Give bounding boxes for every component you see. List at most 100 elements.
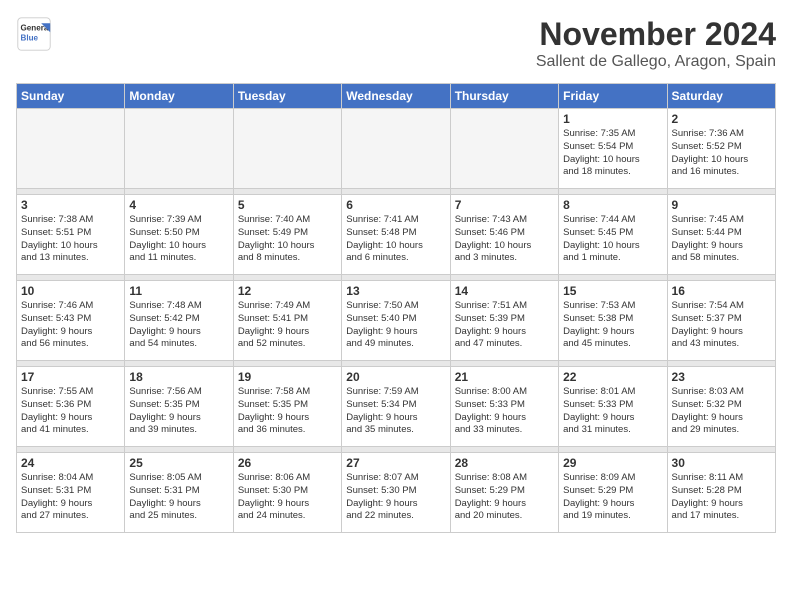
day-number: 19: [238, 370, 337, 384]
day-number: 22: [563, 370, 662, 384]
day-info: Sunrise: 7:40 AM Sunset: 5:49 PM Dayligh…: [238, 214, 337, 265]
day-info: Sunrise: 7:36 AM Sunset: 5:52 PM Dayligh…: [672, 128, 771, 179]
table-row: 29Sunrise: 8:09 AM Sunset: 5:29 PM Dayli…: [559, 453, 667, 533]
day-number: 4: [129, 198, 228, 212]
table-row: 17 Sunrise: 7:55 AM Sunset: 5:36 PM Dayli…: [17, 367, 125, 447]
logo: General Blue: [16, 16, 52, 52]
table-row: 7 Sunrise: 7:43 AM Sunset: 5:46 PM Daylig…: [450, 195, 558, 275]
table-row: 20 Sunrise: 7:59 AM Sunset: 5:34 PM Dayli…: [342, 367, 450, 447]
day-number: 6: [346, 198, 445, 212]
table-row: 9 Sunrise: 7:45 AM Sunset: 5:44 PM Daylig…: [667, 195, 775, 275]
table-row: 23Sunrise: 8:03 AM Sunset: 5:32 PM Dayli…: [667, 367, 775, 447]
header-friday: Friday: [559, 84, 667, 109]
day-number: 27: [346, 456, 445, 470]
day-number: 28: [455, 456, 554, 470]
day-number: 30: [672, 456, 771, 470]
table-row: 8 Sunrise: 7:44 AM Sunset: 5:45 PM Daylig…: [559, 195, 667, 275]
table-row: 11Sunrise: 7:48 AM Sunset: 5:42 PM Dayli…: [125, 281, 233, 361]
day-info: Sunrise: 7:53 AM Sunset: 5:38 PM Dayligh…: [563, 300, 662, 351]
day-number: 21: [455, 370, 554, 384]
table-row: 21 Sunrise: 8:00 AM Sunset: 5:33 PM Dayli…: [450, 367, 558, 447]
calendar-header-row: Sunday Monday Tuesday Wednesday Thursday…: [17, 84, 776, 109]
day-number: 2: [672, 112, 771, 126]
day-number: 20: [346, 370, 445, 384]
table-row: 16 Sunrise: 7:54 AM Sunset: 5:37 PM Dayli…: [667, 281, 775, 361]
day-info: Sunrise: 8:08 AM Sunset: 5:29 PM Dayligh…: [455, 472, 554, 523]
day-info: Sunrise: 7:45 AM Sunset: 5:44 PM Dayligh…: [672, 214, 771, 265]
day-number: 18: [129, 370, 228, 384]
month-title: November 2024: [536, 16, 776, 53]
day-info: Sunrise: 8:01 AM Sunset: 5:33 PM Dayligh…: [563, 386, 662, 437]
table-row: 14Sunrise: 7:51 AM Sunset: 5:39 PM Dayli…: [450, 281, 558, 361]
day-info: Sunrise: 8:04 AM Sunset: 5:31 PM Dayligh…: [21, 472, 120, 523]
day-info: Sunrise: 7:39 AM Sunset: 5:50 PM Dayligh…: [129, 214, 228, 265]
day-number: 14: [455, 284, 554, 298]
calendar-week-row: 24 Sunrise: 8:04 AM Sunset: 5:31 PM Dayli…: [17, 453, 776, 533]
day-info: Sunrise: 7:54 AM Sunset: 5:37 PM Dayligh…: [672, 300, 771, 351]
header-sunday: Sunday: [17, 84, 125, 109]
day-number: 5: [238, 198, 337, 212]
day-info: Sunrise: 7:35 AM Sunset: 5:54 PM Dayligh…: [563, 128, 662, 179]
day-info: Sunrise: 7:38 AM Sunset: 5:51 PM Dayligh…: [21, 214, 120, 265]
calendar-week-row: 1 Sunrise: 7:35 AM Sunset: 5:54 PM Daylig…: [17, 109, 776, 189]
day-info: Sunrise: 7:56 AM Sunset: 5:35 PM Dayligh…: [129, 386, 228, 437]
day-info: Sunrise: 7:55 AM Sunset: 5:36 PM Dayligh…: [21, 386, 120, 437]
table-row: 18 Sunrise: 7:56 AM Sunset: 5:35 PM Dayli…: [125, 367, 233, 447]
day-number: 9: [672, 198, 771, 212]
day-info: Sunrise: 7:44 AM Sunset: 5:45 PM Dayligh…: [563, 214, 662, 265]
day-info: Sunrise: 8:00 AM Sunset: 5:33 PM Dayligh…: [455, 386, 554, 437]
day-number: 17: [21, 370, 120, 384]
table-row: 2 Sunrise: 7:36 AM Sunset: 5:52 PM Daylig…: [667, 109, 775, 189]
table-row: [233, 109, 341, 189]
table-row: 5 Sunrise: 7:40 AM Sunset: 5:49 PM Daylig…: [233, 195, 341, 275]
header-monday: Monday: [125, 84, 233, 109]
calendar: Sunday Monday Tuesday Wednesday Thursday…: [16, 83, 776, 533]
day-number: 8: [563, 198, 662, 212]
day-info: Sunrise: 7:50 AM Sunset: 5:40 PM Dayligh…: [346, 300, 445, 351]
logo-icon: General Blue: [16, 16, 52, 52]
table-row: 4 Sunrise: 7:39 AM Sunset: 5:50 PM Daylig…: [125, 195, 233, 275]
location-title: Sallent de Gallego, Aragon, Spain: [536, 53, 776, 71]
header-tuesday: Tuesday: [233, 84, 341, 109]
day-number: 24: [21, 456, 120, 470]
day-number: 3: [21, 198, 120, 212]
calendar-week-row: 17 Sunrise: 7:55 AM Sunset: 5:36 PM Dayli…: [17, 367, 776, 447]
table-row: 6Sunrise: 7:41 AM Sunset: 5:48 PM Daylig…: [342, 195, 450, 275]
day-info: Sunrise: 7:58 AM Sunset: 5:35 PM Dayligh…: [238, 386, 337, 437]
day-number: 13: [346, 284, 445, 298]
day-info: Sunrise: 8:07 AM Sunset: 5:30 PM Dayligh…: [346, 472, 445, 523]
calendar-week-row: 10 Sunrise: 7:46 AM Sunset: 5:43 PM Dayli…: [17, 281, 776, 361]
day-info: Sunrise: 8:09 AM Sunset: 5:29 PM Dayligh…: [563, 472, 662, 523]
table-row: [125, 109, 233, 189]
day-number: 15: [563, 284, 662, 298]
header-thursday: Thursday: [450, 84, 558, 109]
day-info: Sunrise: 7:46 AM Sunset: 5:43 PM Dayligh…: [21, 300, 120, 351]
day-number: 25: [129, 456, 228, 470]
table-row: [342, 109, 450, 189]
day-number: 16: [672, 284, 771, 298]
day-info: Sunrise: 7:43 AM Sunset: 5:46 PM Dayligh…: [455, 214, 554, 265]
table-row: 22 Sunrise: 8:01 AM Sunset: 5:33 PM Dayli…: [559, 367, 667, 447]
table-row: 25 Sunrise: 8:05 AM Sunset: 5:31 PM Dayli…: [125, 453, 233, 533]
day-number: 1: [563, 112, 662, 126]
table-row: 30Sunrise: 8:11 AM Sunset: 5:28 PM Dayli…: [667, 453, 775, 533]
day-info: Sunrise: 7:59 AM Sunset: 5:34 PM Dayligh…: [346, 386, 445, 437]
day-number: 10: [21, 284, 120, 298]
header: General Blue November 2024 Sallent de Ga…: [16, 16, 776, 71]
title-area: November 2024 Sallent de Gallego, Aragon…: [536, 16, 776, 71]
day-number: 12: [238, 284, 337, 298]
table-row: 15 Sunrise: 7:53 AM Sunset: 5:38 PM Dayli…: [559, 281, 667, 361]
svg-text:Blue: Blue: [21, 33, 39, 42]
table-row: 12Sunrise: 7:49 AM Sunset: 5:41 PM Dayli…: [233, 281, 341, 361]
day-number: 26: [238, 456, 337, 470]
header-saturday: Saturday: [667, 84, 775, 109]
table-row: 3 Sunrise: 7:38 AM Sunset: 5:51 PM Daylig…: [17, 195, 125, 275]
day-info: Sunrise: 8:05 AM Sunset: 5:31 PM Dayligh…: [129, 472, 228, 523]
table-row: [450, 109, 558, 189]
day-info: Sunrise: 8:03 AM Sunset: 5:32 PM Dayligh…: [672, 386, 771, 437]
day-info: Sunrise: 7:48 AM Sunset: 5:42 PM Dayligh…: [129, 300, 228, 351]
day-number: 7: [455, 198, 554, 212]
table-row: 26 Sunrise: 8:06 AM Sunset: 5:30 PM Dayli…: [233, 453, 341, 533]
day-info: Sunrise: 8:06 AM Sunset: 5:30 PM Dayligh…: [238, 472, 337, 523]
table-row: [17, 109, 125, 189]
